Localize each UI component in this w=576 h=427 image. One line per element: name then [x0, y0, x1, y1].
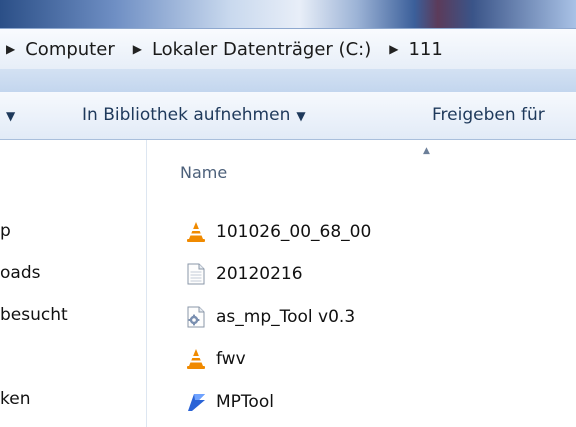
file-row[interactable]: 101026_00_68_00 [185, 218, 371, 246]
breadcrumb-local-disk[interactable]: ▶ Lokaler Datenträger (C:) [125, 39, 372, 60]
organize-dropdown-icon[interactable]: ▼ [6, 109, 15, 123]
vlc-icon [185, 220, 207, 244]
file-row[interactable]: fwv [185, 345, 246, 373]
sort-ascending-icon: ▲ [423, 146, 430, 156]
breadcrumb-label[interactable]: Computer [25, 39, 114, 60]
file-list: ▲ Name 101026_00_68_00 20120216 as_mp_To… [147, 140, 576, 427]
file-row[interactable]: as_mp_Tool v0.3 [185, 303, 355, 331]
share-with-button[interactable]: Freigeben für [432, 105, 545, 125]
breadcrumb-arrow-icon[interactable]: ▶ [389, 42, 398, 56]
breadcrumb-computer[interactable]: ▶ Computer [0, 39, 115, 60]
navigation-pane: p oads besucht ken [0, 140, 147, 427]
file-name: 101026_00_68_00 [216, 222, 372, 242]
breadcrumb-folder-111[interactable]: ▶ 111 [381, 39, 443, 60]
nav-item-libraries[interactable]: ken [0, 389, 30, 409]
window-title-area [0, 0, 576, 28]
file-name: MPTool [216, 392, 274, 412]
breadcrumb-arrow-icon[interactable]: ▶ [6, 42, 15, 56]
column-header-name[interactable]: Name [180, 163, 227, 182]
file-row[interactable]: 20120216 [185, 260, 303, 288]
nav-item-recent-places[interactable]: besucht [0, 305, 68, 325]
file-name: fwv [216, 349, 246, 369]
add-to-library-label: In Bibliothek aufnehmen [82, 105, 291, 125]
chevron-down-icon: ▼ [296, 109, 306, 123]
mptool-app-icon [185, 390, 207, 414]
file-name: as_mp_Tool v0.3 [216, 307, 356, 327]
breadcrumb-label[interactable]: Lokaler Datenträger (C:) [152, 39, 371, 60]
config-file-icon [185, 305, 207, 329]
address-bar[interactable]: ▶ Computer ▶ Lokaler Datenträger (C:) ▶ … [0, 28, 576, 70]
nav-item-desktop[interactable]: p [0, 221, 11, 241]
toolbar-separator [0, 69, 576, 92]
breadcrumb-arrow-icon[interactable]: ▶ [133, 42, 142, 56]
file-row[interactable]: MPTool [185, 388, 274, 416]
breadcrumb-label[interactable]: 111 [408, 39, 442, 60]
vlc-icon [185, 347, 207, 371]
nav-item-downloads[interactable]: oads [0, 263, 40, 283]
share-with-label: Freigeben für [432, 105, 545, 125]
file-name: 20120216 [216, 264, 303, 284]
text-file-icon [185, 262, 207, 286]
add-to-library-button[interactable]: In Bibliothek aufnehmen ▼ [82, 105, 306, 125]
command-bar: ▼ In Bibliothek aufnehmen ▼ Freigeben für [0, 92, 576, 140]
